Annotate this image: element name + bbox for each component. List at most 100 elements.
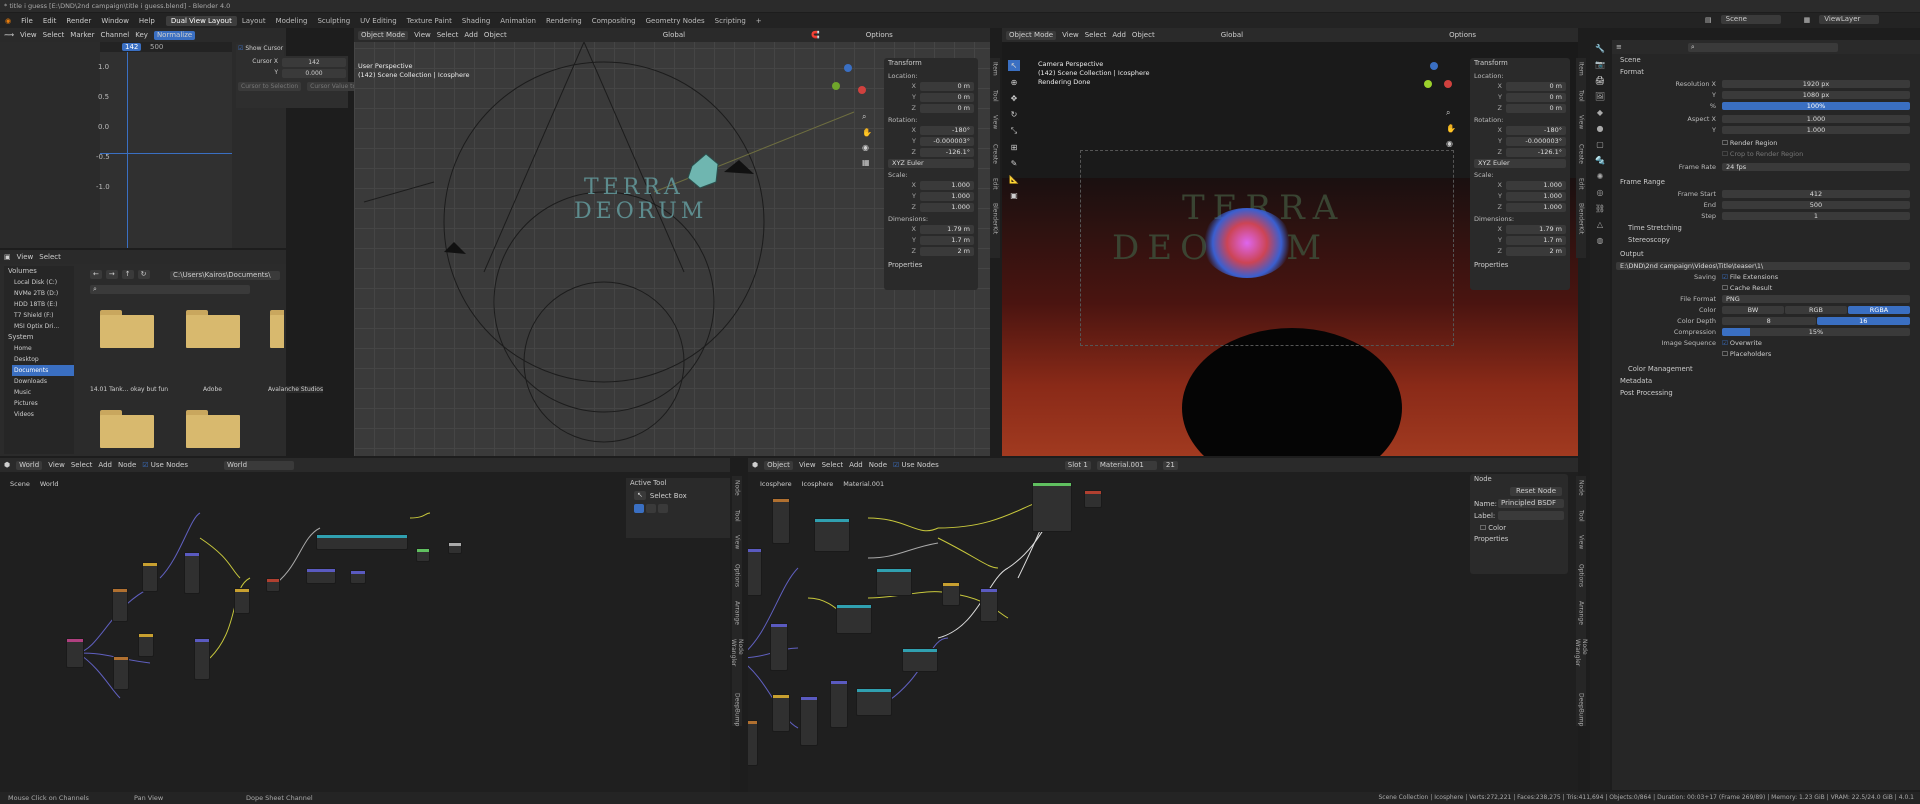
vtab-tool[interactable]: Tool (1578, 510, 1585, 522)
node[interactable] (316, 534, 408, 550)
vtab-deepbump[interactable]: DeepBump (734, 693, 741, 726)
tab-scripting[interactable]: Scripting (710, 16, 751, 26)
select-mode-sub-icon[interactable] (658, 504, 668, 513)
scene-selector[interactable]: Scene (1720, 15, 1781, 24)
format-section[interactable]: Format (1612, 66, 1920, 78)
vtab-item[interactable]: Item (992, 62, 999, 76)
particles-props-icon[interactable]: ✺ (1597, 172, 1604, 181)
gizmo-y[interactable] (832, 82, 840, 90)
vp-menu-object[interactable]: Object (1132, 31, 1155, 39)
vp-menu-view[interactable]: View (1062, 31, 1079, 39)
post-processing-section[interactable]: Post Processing (1612, 387, 1920, 399)
parent-dir-icon[interactable]: ↑ (121, 270, 134, 279)
zoom-icon[interactable]: ⌕ (862, 112, 872, 122)
back-arrow-icon[interactable]: ← (90, 270, 102, 279)
graph-menu-marker[interactable]: Marker (70, 31, 94, 39)
vtab-tool[interactable]: Tool (992, 90, 999, 102)
node-label-field[interactable] (1498, 511, 1564, 520)
view-layer-props-icon[interactable]: 🖼 (1595, 92, 1605, 101)
options-dropdown[interactable]: Options (866, 31, 893, 39)
object-props-icon[interactable]: ▢ (1596, 140, 1604, 149)
select-mode-add-icon[interactable] (646, 504, 656, 513)
node[interactable] (416, 548, 430, 562)
vp-menu-view[interactable]: View (414, 31, 431, 39)
camera-view-icon[interactable]: ◉ (862, 143, 872, 152)
vtab-create[interactable]: Create (1578, 144, 1585, 164)
loc-y-field[interactable]: 0 m (1506, 92, 1566, 102)
tab-shading[interactable]: Shading (457, 16, 495, 26)
cursor-x-field[interactable]: 142 (282, 58, 346, 67)
vtab-blenderkit[interactable]: BlenderKit (1578, 203, 1585, 234)
scale-x-field[interactable]: 1.000 (920, 180, 974, 190)
folder-item[interactable] (270, 310, 284, 348)
rotate-tool-icon[interactable]: ↻ (1011, 110, 1018, 119)
output-section[interactable]: Output (1612, 248, 1920, 260)
select-box-tool[interactable]: ↖ Select Box (626, 489, 730, 502)
forward-arrow-icon[interactable]: → (105, 270, 118, 279)
tab-layout[interactable]: Layout (237, 16, 271, 26)
gizmo-z[interactable] (844, 64, 852, 72)
rot-x-field[interactable]: -180° (1506, 125, 1566, 135)
vtab-edit[interactable]: Edit (1578, 178, 1585, 190)
render-region-checkbox[interactable]: ☐ Render Region (1722, 139, 1777, 147)
frame-step-field[interactable]: 1 (1722, 212, 1910, 220)
node[interactable] (138, 633, 154, 657)
node[interactable] (306, 568, 336, 584)
volume-item[interactable]: Local Disk (C:) (14, 277, 74, 288)
orientation-dropdown[interactable]: Global (663, 31, 685, 39)
vtab-arrange[interactable]: Arrange (734, 601, 741, 625)
system-item-videos[interactable]: Videos (14, 409, 74, 420)
placeholders-checkbox[interactable]: ☐ Placeholders (1722, 350, 1771, 358)
transform-tool-icon[interactable]: ⊞ (1011, 143, 1018, 152)
rot-y-field[interactable]: -0.000003° (920, 136, 974, 146)
vtab-tool[interactable]: Tool (734, 510, 741, 522)
vtab-view[interactable]: View (734, 535, 741, 549)
tab-sculpting[interactable]: Sculpting (312, 16, 355, 26)
node[interactable] (112, 588, 128, 622)
node[interactable] (1032, 482, 1072, 532)
properties-subpanel[interactable]: Properties (1470, 260, 1570, 271)
node[interactable] (234, 588, 250, 614)
node[interactable] (184, 552, 200, 594)
menu-edit[interactable]: Edit (38, 17, 62, 25)
vtab-options[interactable]: Options (734, 564, 741, 587)
scale-z-field[interactable]: 1.000 (920, 202, 974, 212)
rot-x-field[interactable]: -180° (920, 125, 974, 135)
cursor-tool-icon[interactable]: ⊕ (1011, 78, 1018, 87)
cursor-to-selection-button[interactable]: Cursor to Selection (238, 82, 302, 91)
folder-item[interactable] (186, 310, 240, 348)
snap-icon[interactable]: 🧲 (811, 31, 820, 39)
node-color-section[interactable]: ☐ Color (1470, 523, 1568, 534)
node-properties-section[interactable]: Properties (1470, 534, 1568, 545)
tab-compositing[interactable]: Compositing (587, 16, 641, 26)
node[interactable] (980, 588, 998, 622)
move-tool-icon[interactable]: ✥ (1011, 94, 1018, 103)
path-field[interactable]: C:\Users\Kairos\Documents\ (170, 271, 280, 280)
ortho-grid-icon[interactable]: ▦ (862, 158, 872, 167)
frame-start-field[interactable]: 412 (1722, 190, 1910, 198)
node[interactable] (1084, 490, 1102, 508)
node[interactable] (448, 542, 462, 554)
modifier-props-icon[interactable]: 🔩 (1595, 156, 1605, 165)
tab-dual-view-layout[interactable]: Dual View Layout (165, 15, 237, 26)
overwrite-checkbox[interactable]: ☑ Overwrite (1722, 339, 1762, 347)
tab-animation[interactable]: Animation (495, 16, 541, 26)
scale-y-field[interactable]: 1.000 (920, 191, 974, 201)
output-props-icon[interactable]: 🖨 (1595, 76, 1605, 85)
pan-hand-icon[interactable]: ✋ (862, 128, 872, 137)
vtab-node-wrangler[interactable]: Node Wrangler (1574, 639, 1588, 679)
vp-menu-select[interactable]: Select (1085, 31, 1107, 39)
system-item-pictures[interactable]: Pictures (14, 398, 74, 409)
node[interactable] (876, 568, 912, 596)
color-bw-button[interactable]: BW (1722, 306, 1784, 314)
world-node-editor[interactable]: ⬢ World View Select Add Node ☑ Use Nodes… (0, 458, 730, 792)
graph-canvas[interactable]: 1.0 0.5 0.0 -0.5 -1.0 (96, 52, 232, 248)
system-item-desktop[interactable]: Desktop (14, 354, 74, 365)
aspect-y-field[interactable]: 1.000 (1722, 126, 1910, 134)
vtab-arrange[interactable]: Arrange (1578, 601, 1585, 625)
vtab-node[interactable]: Node (1578, 480, 1585, 496)
node[interactable] (856, 688, 892, 716)
vtab-node-wrangler[interactable]: Node Wrangler (730, 639, 744, 679)
file-menu-view[interactable]: View (17, 253, 34, 261)
metadata-section[interactable]: Metadata (1612, 375, 1920, 387)
